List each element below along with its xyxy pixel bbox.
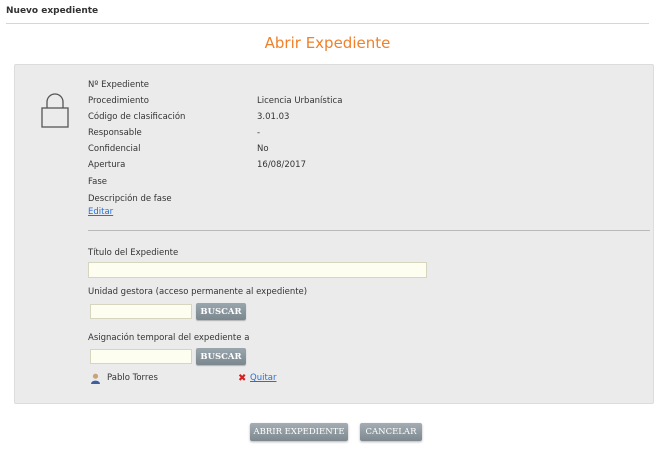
- field-label-descripcion-fase: Descripción de fase: [88, 194, 172, 204]
- unit-search-button[interactable]: BUSCAR: [196, 303, 246, 320]
- section-title: Nuevo expediente: [6, 6, 99, 16]
- remove-icon[interactable]: ✖: [238, 374, 246, 384]
- page-title: Abrir Expediente: [264, 34, 391, 52]
- field-label-responsable: Responsable: [88, 128, 142, 138]
- field-label-numero: Nº Expediente: [88, 80, 150, 90]
- section-divider: [6, 23, 649, 24]
- field-label-apertura: Apertura: [88, 160, 126, 170]
- field-value-clasificacion: 3.01.03: [257, 112, 290, 122]
- field-label-clasificacion: Código de clasificación: [88, 112, 186, 122]
- field-value-procedimiento: Licencia Urbanística: [257, 96, 343, 106]
- unit-label: Unidad gestora (acceso permanente al exp…: [88, 287, 308, 297]
- panel-divider: [88, 230, 650, 231]
- field-label-fase: Fase: [88, 177, 107, 187]
- edit-link[interactable]: Editar: [88, 207, 113, 217]
- cancel-button[interactable]: CANCELAR: [360, 423, 422, 441]
- temp-input[interactable]: [90, 349, 192, 364]
- open-expediente-button[interactable]: ABRIR EXPEDIENTE: [250, 423, 348, 441]
- temp-label: Asignación temporal del expediente a: [88, 333, 250, 343]
- title-input[interactable]: [88, 262, 427, 278]
- field-value-responsable: -: [257, 128, 261, 138]
- unit-input[interactable]: [90, 304, 192, 319]
- field-label-confidencial: Confidencial: [88, 144, 141, 154]
- field-value-confidencial: No: [257, 144, 269, 154]
- remove-link[interactable]: Quitar: [250, 373, 276, 383]
- title-label: Título del Expediente: [88, 248, 179, 258]
- assigned-user-name: Pablo Torres: [107, 373, 158, 383]
- lock-icon: [41, 93, 69, 128]
- field-value-apertura: 16/08/2017: [257, 160, 306, 170]
- field-label-procedimiento: Procedimiento: [88, 96, 149, 106]
- user-icon: [91, 373, 100, 384]
- temp-search-button[interactable]: BUSCAR: [196, 348, 246, 365]
